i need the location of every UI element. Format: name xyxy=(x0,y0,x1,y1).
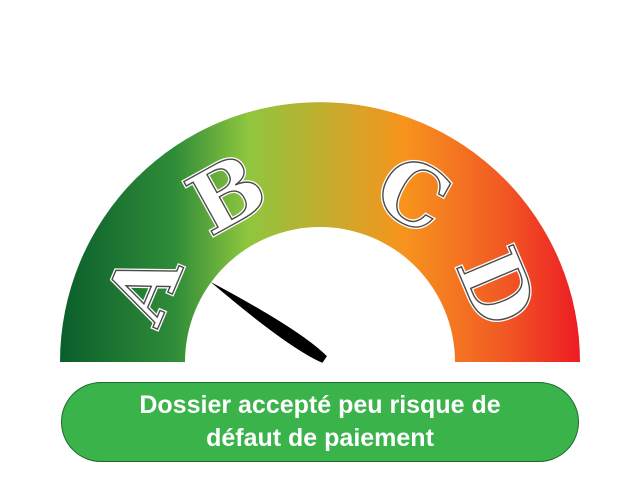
status-banner: Dossier accepté peu risque de défaut de … xyxy=(61,382,579,462)
status-text: Dossier accepté peu risque de défaut de … xyxy=(139,391,501,452)
gauge-needle xyxy=(210,281,327,363)
